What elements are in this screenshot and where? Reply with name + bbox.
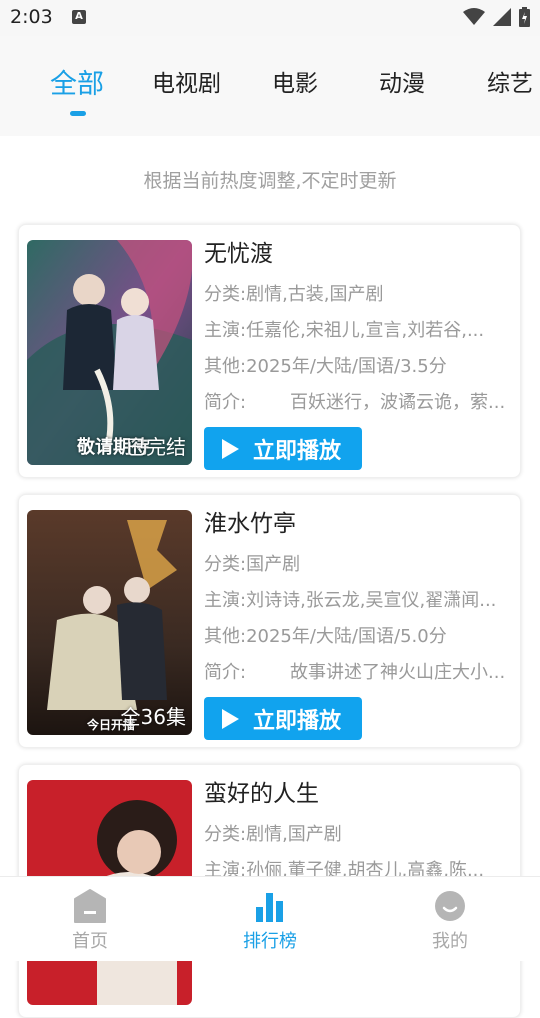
tab-all[interactable]: 全部 xyxy=(50,62,104,101)
play-now-button[interactable]: 立即播放 xyxy=(204,427,362,470)
tab-movies[interactable]: 电影 xyxy=(272,64,318,98)
intro-label: 简介: xyxy=(204,662,247,683)
play-now-label: 立即播放 xyxy=(253,438,342,464)
tab-anime[interactable]: 动漫 xyxy=(379,64,425,98)
active-tab-indicator xyxy=(70,111,86,116)
item-category: 分类:国产剧 xyxy=(204,554,301,575)
battery-icon xyxy=(519,7,530,27)
item-intro: 简介: 百妖迷行，波谲云诡，萦... xyxy=(204,385,522,421)
item-info: 淮水竹亭 分类:国产剧 主演:刘诗诗,张云龙,吴宣仪,翟潇闻... 其他:202… xyxy=(204,507,514,691)
home-icon xyxy=(74,889,106,923)
item-title[interactable]: 淮水竹亭 xyxy=(204,507,514,541)
nav-profile-label: 我的 xyxy=(432,931,468,952)
item-title[interactable]: 无忧渡 xyxy=(204,237,514,271)
item-category: 分类:剧情,国产剧 xyxy=(204,824,342,845)
episode-status-badge: 全36集 xyxy=(120,705,186,729)
status-bar: 2:03 A xyxy=(0,0,540,36)
item-other: 其他:2025年/大陆/国语/3.5分 xyxy=(204,356,447,377)
ranking-notice: 根据当前热度调整,不定时更新 xyxy=(143,170,397,192)
item-info: 蛮好的人生 分类:剧情,国产剧 主演:孙俪,董子健,胡杏儿,高鑫,陈... xyxy=(204,777,514,889)
nav-home-label: 首页 xyxy=(72,931,108,952)
tab-variety[interactable]: 综艺 xyxy=(487,64,533,98)
signal-icon xyxy=(493,8,511,26)
episode-status-badge: 已完结 xyxy=(126,435,186,459)
play-now-button[interactable]: 立即播放 xyxy=(204,697,362,740)
item-cast: 主演:刘诗诗,张云龙,吴宣仪,翟潇闻... xyxy=(204,590,497,611)
nav-home[interactable]: 首页 xyxy=(0,877,180,961)
item-title[interactable]: 蛮好的人生 xyxy=(204,777,514,811)
item-intro: 简介: 故事讲述了神火山庄大小... xyxy=(204,655,522,691)
play-icon xyxy=(222,708,239,729)
category-tabs: 全部 电视剧 电影 动漫 综艺 xyxy=(0,36,540,136)
status-icons xyxy=(463,6,530,28)
item-category: 分类:剧情,古装,国产剧 xyxy=(204,284,384,305)
intro-text: 百妖迷行，波谲云诡，萦... xyxy=(290,392,506,413)
bottom-navigation: 首页 排行榜 我的 xyxy=(0,876,540,961)
nav-ranking-label: 排行榜 xyxy=(243,931,297,952)
status-time: 2:03 xyxy=(10,6,53,28)
poster-image[interactable]: 今日开播 全36集 xyxy=(27,510,192,735)
item-info: 无忧渡 分类:剧情,古装,国产剧 主演:任嘉伦,宋祖儿,宣言,刘若谷,... 其… xyxy=(204,237,514,421)
profile-icon xyxy=(435,891,465,921)
poster-image[interactable]: 敬请期待 已完结 xyxy=(27,240,192,465)
item-cast: 主演:任嘉伦,宋祖儿,宣言,刘若谷,... xyxy=(204,320,485,341)
intro-label: 简介: xyxy=(204,392,247,413)
play-now-label: 立即播放 xyxy=(253,708,342,734)
nav-ranking[interactable]: 排行榜 xyxy=(180,877,360,961)
list-item[interactable]: 今日开播 全36集 淮水竹亭 分类:国产剧 主演:刘诗诗,张云龙,吴宣仪,翟潇闻… xyxy=(18,494,521,748)
tab-tv-series[interactable]: 电视剧 xyxy=(152,64,221,98)
notification-a-icon: A xyxy=(72,10,86,24)
wifi-icon xyxy=(463,8,485,25)
intro-text: 故事讲述了神火山庄大小... xyxy=(290,662,506,683)
list-item[interactable]: 敬请期待 已完结 无忧渡 分类:剧情,古装,国产剧 主演:任嘉伦,宋祖儿,宣言,… xyxy=(18,224,521,478)
ranking-icon xyxy=(256,893,283,922)
item-other: 其他:2025年/大陆/国语/5.0分 xyxy=(204,626,447,647)
play-icon xyxy=(222,438,239,459)
nav-profile[interactable]: 我的 xyxy=(360,877,540,961)
